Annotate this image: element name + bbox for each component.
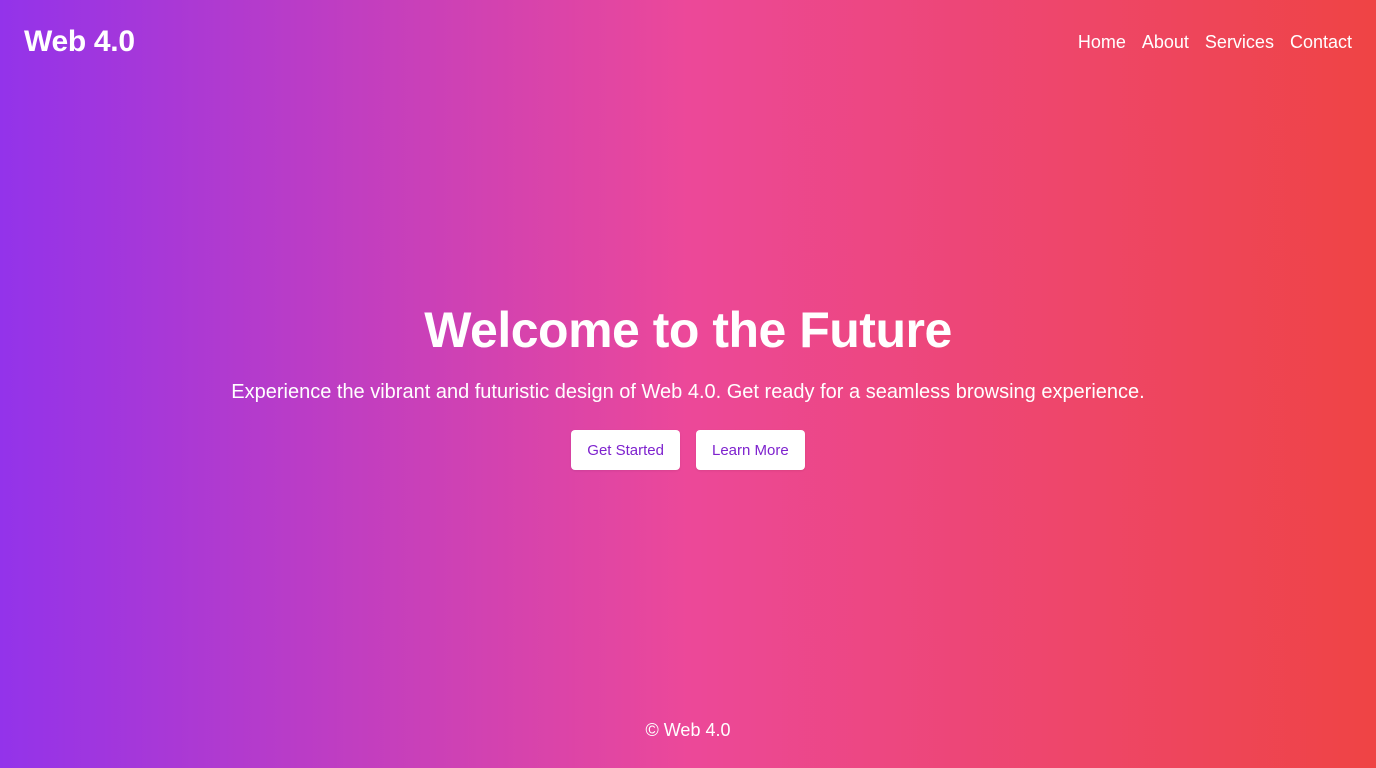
nav-link-home[interactable]: Home: [1078, 32, 1126, 53]
get-started-button[interactable]: Get Started: [571, 430, 680, 470]
copyright-text: © Web 4.0: [645, 720, 731, 740]
learn-more-button[interactable]: Learn More: [696, 430, 805, 470]
hero-section: Welcome to the Future Experience the vib…: [0, 300, 1376, 470]
hero-actions: Get Started Learn More: [0, 430, 1376, 470]
nav-link-about[interactable]: About: [1142, 32, 1189, 53]
site-footer: © Web 4.0: [0, 716, 1376, 744]
site-header: Web 4.0 Home About Services Contact: [0, 0, 1376, 84]
main-nav: Home About Services Contact: [1078, 32, 1352, 53]
nav-link-contact[interactable]: Contact: [1290, 32, 1352, 53]
hero-title: Welcome to the Future: [424, 302, 952, 358]
hero-subtitle: Experience the vibrant and futuristic de…: [231, 381, 1145, 403]
site-logo[interactable]: Web 4.0: [24, 25, 135, 59]
nav-link-services[interactable]: Services: [1205, 32, 1274, 53]
